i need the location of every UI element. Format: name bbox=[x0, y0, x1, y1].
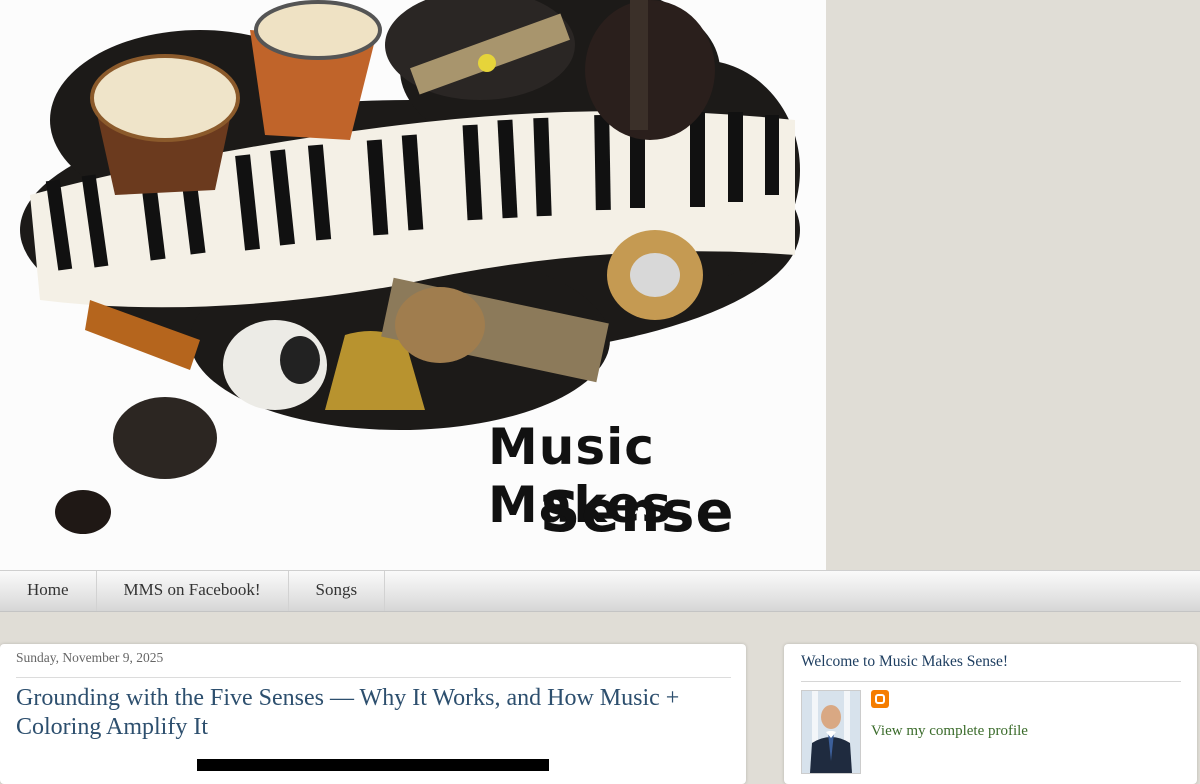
thought-bubble-small bbox=[55, 490, 111, 534]
tab-songs[interactable]: Songs bbox=[289, 571, 386, 611]
djembe-drum bbox=[90, 54, 240, 195]
post-divider bbox=[16, 677, 731, 678]
avatar-photo bbox=[802, 691, 860, 773]
brand-title-line2: Sense bbox=[540, 480, 735, 545]
post-image[interactable] bbox=[197, 759, 549, 771]
sidebar-widget-title: Welcome to Music Makes Sense! bbox=[801, 653, 1009, 670]
post-date: Sunday, November 9, 2025 bbox=[16, 650, 164, 665]
top-nav-bar: Home MMS on Facebook! Songs bbox=[0, 570, 1200, 612]
view-profile-link[interactable]: View my complete profile bbox=[871, 723, 1028, 740]
sidebar-divider bbox=[801, 681, 1181, 682]
avatar[interactable] bbox=[801, 690, 861, 774]
tab-mms-on-facebook[interactable]: MMS on Facebook! bbox=[97, 571, 289, 611]
thought-bubble-large bbox=[113, 397, 217, 479]
tab-home[interactable]: Home bbox=[0, 571, 97, 611]
post-title-link[interactable]: Grounding with the Five Senses — Why It … bbox=[16, 684, 731, 742]
blogger-icon[interactable] bbox=[871, 690, 889, 708]
header-banner[interactable]: Music Makes Sense bbox=[0, 0, 826, 570]
